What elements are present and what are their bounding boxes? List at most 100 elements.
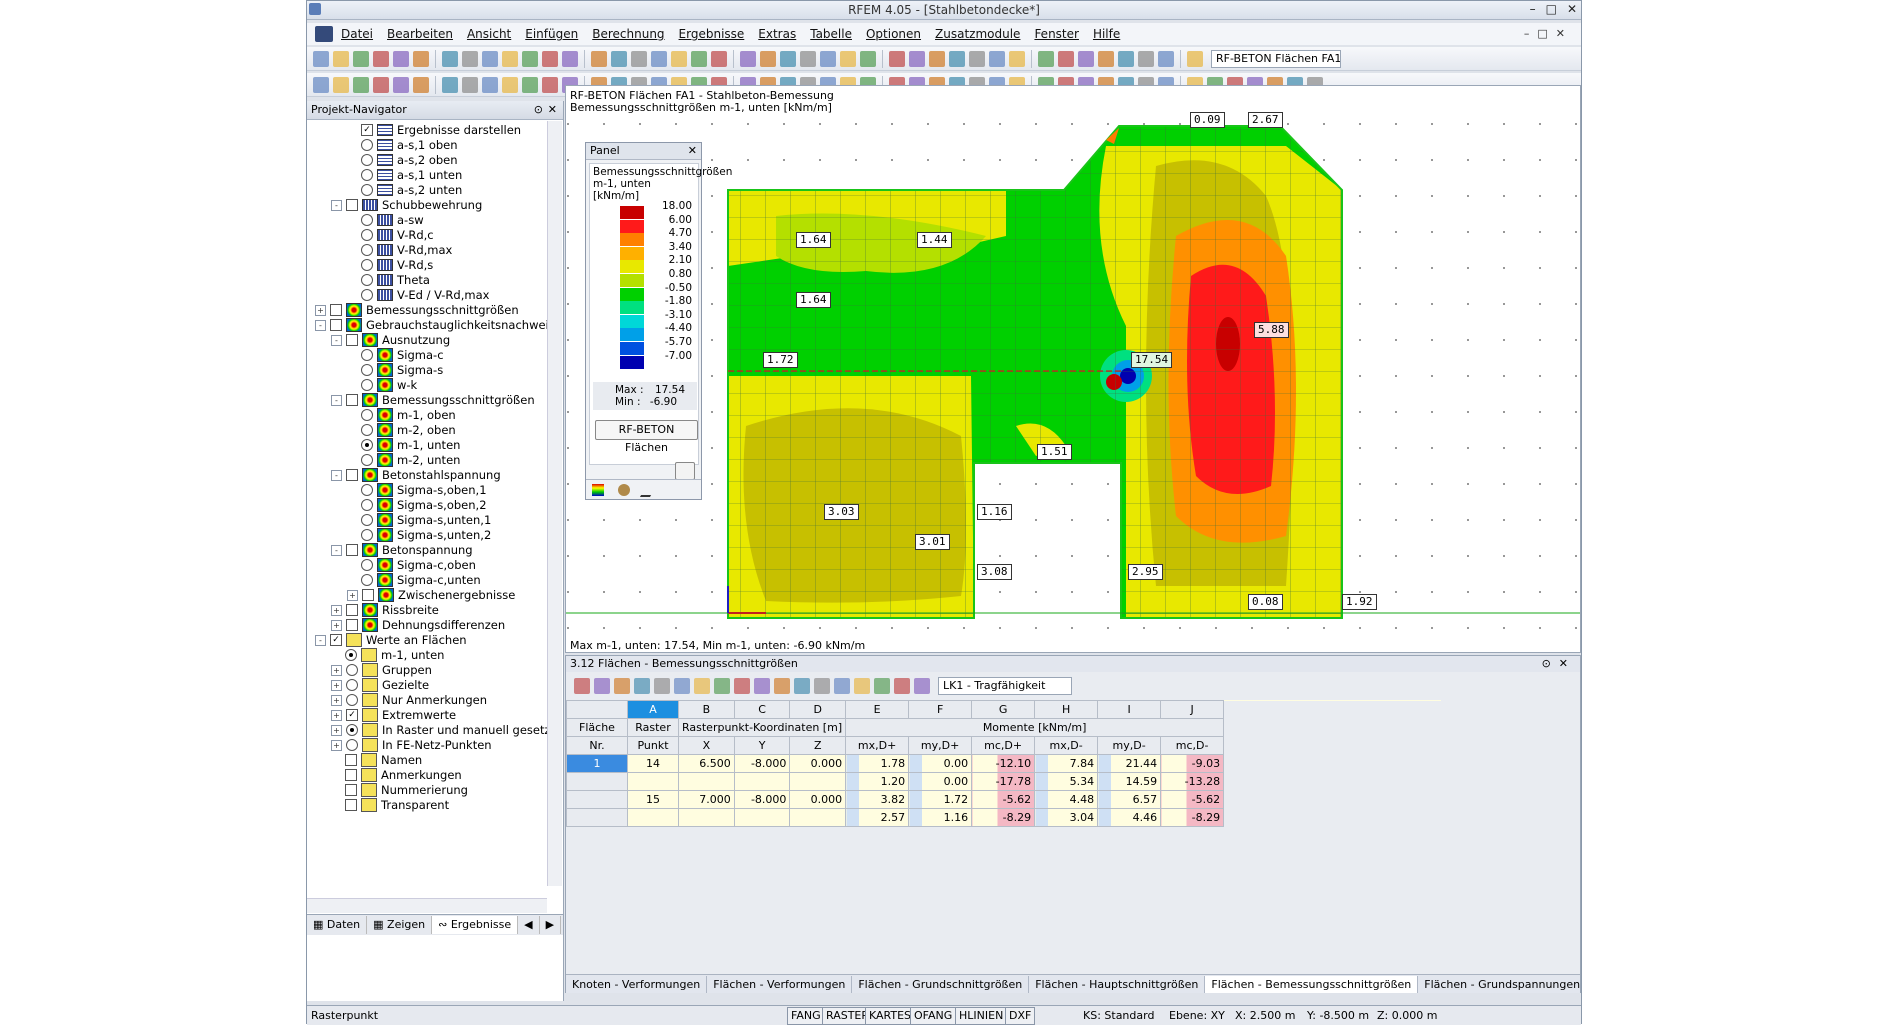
table-cell[interactable]: 2.57 bbox=[845, 808, 910, 827]
table-tool-17-icon[interactable] bbox=[894, 678, 910, 694]
table-row[interactable]: 15 7.000 -8.000 0.000 3.82 1.72 -5.62 4.48 6.57-… bbox=[566, 790, 1441, 809]
table-cell[interactable]: 6.500 bbox=[678, 754, 735, 773]
row-header[interactable] bbox=[566, 790, 628, 809]
toolbar-button-2-icon[interactable] bbox=[333, 50, 349, 67]
radio-button[interactable] bbox=[346, 664, 358, 676]
toolbar-button-1-icon[interactable] bbox=[313, 50, 329, 67]
checkbox[interactable] bbox=[330, 319, 342, 331]
col-header-c[interactable]: C bbox=[733, 700, 791, 719]
load-case-combo[interactable]: LK1 - Tragfähigkeit bbox=[938, 677, 1072, 695]
radio-button[interactable] bbox=[361, 259, 373, 271]
toolbar-button-20-icon[interactable] bbox=[711, 50, 727, 67]
table-tool-13-icon[interactable] bbox=[814, 678, 830, 694]
pin-icon[interactable]: ⊙ bbox=[534, 101, 543, 119]
view-tool-6-icon[interactable] bbox=[413, 76, 429, 93]
radio-button[interactable] bbox=[346, 694, 358, 706]
table-cell[interactable]: 0.000 bbox=[789, 790, 847, 809]
menu-datei[interactable]: Datei bbox=[341, 27, 373, 41]
row-header[interactable]: 1 bbox=[566, 754, 628, 773]
toolbar-button-37-icon[interactable] bbox=[1078, 50, 1094, 67]
table-cell[interactable]: 1.20 bbox=[845, 772, 910, 791]
table-cell[interactable]: -5.62 bbox=[1160, 790, 1225, 809]
toolbar-button-19-icon[interactable] bbox=[691, 50, 707, 67]
collapse-icon[interactable]: - bbox=[331, 334, 342, 346]
status-kartes-button[interactable]: KARTES bbox=[865, 1007, 916, 1025]
table-window-controls[interactable]: ⊙✕ bbox=[1542, 656, 1576, 672]
radio-button[interactable] bbox=[361, 139, 373, 151]
radio-button[interactable] bbox=[361, 184, 373, 196]
radio-button[interactable] bbox=[361, 364, 373, 376]
toolbar-button-18-icon[interactable] bbox=[671, 50, 687, 67]
radio-button[interactable] bbox=[361, 169, 373, 181]
table-cell[interactable]: -5.62 bbox=[971, 790, 1036, 809]
toolbar-button-27-icon[interactable] bbox=[860, 50, 876, 67]
radio-button[interactable] bbox=[361, 289, 373, 301]
table-row[interactable]: 2.57 1.16 -8.29 3.04 4.46 -8.29 bbox=[566, 808, 1441, 827]
toolbar-button-9-icon[interactable] bbox=[482, 50, 498, 67]
toolbar-button-4-icon[interactable] bbox=[373, 50, 389, 67]
radio-button[interactable] bbox=[361, 379, 373, 391]
menu-zusatzmodule[interactable]: Zusatzmodule bbox=[935, 27, 1020, 41]
toolbar-button-15-icon[interactable] bbox=[611, 50, 627, 67]
toolbar-button-21-icon[interactable] bbox=[740, 50, 756, 67]
navigator-vertical-scrollbar[interactable] bbox=[547, 121, 562, 886]
toolbar-button-26-icon[interactable] bbox=[840, 50, 856, 67]
view-tool-2-icon[interactable] bbox=[333, 76, 349, 93]
toolbar-button-33-icon[interactable] bbox=[989, 50, 1005, 67]
table-cell[interactable]: -8.29 bbox=[971, 808, 1036, 827]
toolbar-button-28-icon[interactable] bbox=[889, 50, 905, 67]
table-tool-9-icon[interactable] bbox=[734, 678, 750, 694]
table-row[interactable]: 1.20 0.00 -17.78 5.34 14.59 -13.28 bbox=[566, 772, 1441, 791]
menu-optionen[interactable]: Optionen bbox=[866, 27, 921, 41]
checkbox[interactable] bbox=[362, 589, 374, 601]
status-ofang-button[interactable]: OFANG bbox=[910, 1007, 957, 1025]
toolbar-button-16-icon[interactable] bbox=[631, 50, 647, 67]
radio-button[interactable] bbox=[361, 409, 373, 421]
checkbox[interactable] bbox=[345, 754, 357, 766]
radio-button[interactable] bbox=[346, 739, 358, 751]
tab-ergebnisse[interactable]: ∾ Ergebnisse bbox=[432, 916, 519, 934]
radio-button[interactable] bbox=[361, 529, 373, 541]
table-tab[interactable]: Flächen - Verformungen bbox=[707, 975, 853, 993]
toolbar-button-6-icon[interactable] bbox=[413, 50, 429, 67]
expand-icon[interactable]: + bbox=[331, 709, 342, 721]
expand-icon[interactable]: + bbox=[331, 679, 342, 691]
toolbar-button-36-icon[interactable] bbox=[1058, 50, 1074, 67]
toolbar-button-34-icon[interactable] bbox=[1009, 50, 1025, 67]
menu-tabelle[interactable]: Tabelle bbox=[810, 27, 852, 41]
toolbar-button-24-icon[interactable] bbox=[800, 50, 816, 67]
radio-button[interactable] bbox=[361, 349, 373, 361]
table-cell[interactable] bbox=[678, 772, 735, 791]
table-tab[interactable]: Flächen - Grundspannungen bbox=[1418, 976, 1580, 993]
table-cell[interactable] bbox=[789, 772, 847, 791]
view-tool-9-icon[interactable] bbox=[482, 76, 498, 93]
checkbox[interactable] bbox=[346, 199, 358, 211]
checkbox[interactable] bbox=[346, 469, 358, 481]
toolbar-button-25-icon[interactable] bbox=[820, 50, 836, 67]
document-icon[interactable] bbox=[315, 26, 333, 42]
table-tab[interactable]: Flächen - Bemessungsschnittgrößen bbox=[1205, 975, 1419, 993]
row-header[interactable] bbox=[566, 772, 628, 791]
table-cell[interactable]: 3.04 bbox=[1034, 808, 1099, 827]
table-cell[interactable]: 7.84 bbox=[1034, 754, 1099, 773]
table-cell[interactable]: -9.03 bbox=[1160, 754, 1225, 773]
table-cell[interactable] bbox=[789, 808, 847, 827]
color-scale-icon[interactable] bbox=[592, 483, 604, 496]
view-tool-7-icon[interactable] bbox=[442, 76, 458, 93]
col-header-f[interactable]: F bbox=[908, 700, 973, 719]
table-cell[interactable]: -8.000 bbox=[733, 790, 791, 809]
view-tool-12-icon[interactable] bbox=[542, 76, 558, 93]
menu-hilfe[interactable]: Hilfe bbox=[1093, 27, 1120, 41]
table-cell[interactable]: -8.000 bbox=[733, 754, 791, 773]
view-tool-4-icon[interactable] bbox=[373, 76, 389, 93]
menu-ergebnisse[interactable]: Ergebnisse bbox=[679, 27, 745, 41]
radio-button[interactable] bbox=[361, 559, 373, 571]
col-header-j[interactable]: J bbox=[1160, 700, 1225, 719]
table-tool-1-icon[interactable] bbox=[574, 678, 590, 694]
status-dxf-button[interactable]: DXF bbox=[1005, 1007, 1036, 1025]
radio-button[interactable] bbox=[361, 574, 373, 586]
checkbox[interactable] bbox=[346, 619, 358, 631]
col-header-a[interactable]: A bbox=[627, 700, 679, 719]
table-cell[interactable] bbox=[733, 808, 791, 827]
table-cell[interactable] bbox=[678, 808, 735, 827]
